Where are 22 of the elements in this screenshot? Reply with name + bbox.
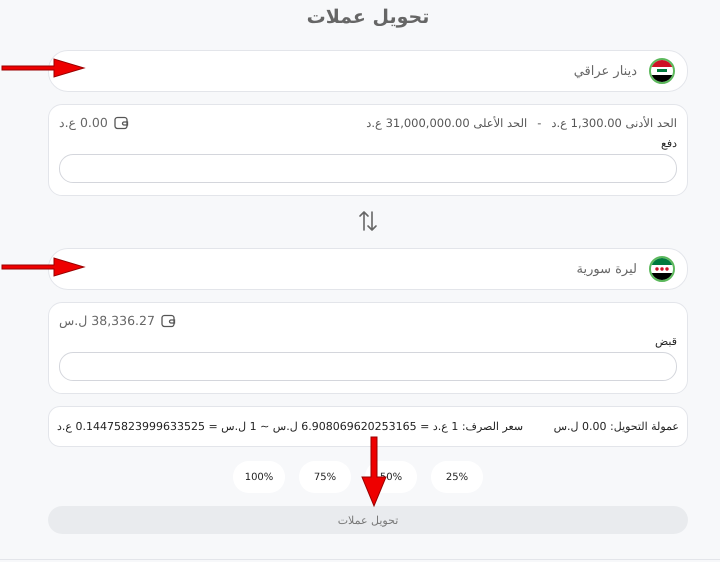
percent-button[interactable]: 25% [431,461,483,493]
swap-icon[interactable] [358,210,378,232]
flag-icon [649,256,675,282]
exchange-rate-text: سعر الصرف: 1 ع.د = 6.908069620253165 ل.س ~ 1 ل.س = 0.14475823999633525 ع.د [57,420,524,433]
max-limit: الحد الأعلى 31,000,000.00 ع.د [366,116,528,130]
fee-text: عمولة التحويل: 0.00 ل.س [554,420,679,433]
amount-input[interactable] [59,154,677,183]
page-title: تحويل عملات [306,5,430,30]
field-label: دفع [660,137,677,150]
balance-amount: 38,336.27 ل.س [59,313,155,328]
balance-amount: 0.00 ع.د [59,115,108,130]
limit-separator: - [537,116,542,130]
wallet-icon [160,314,176,328]
currency-selector[interactable]: ليرة سورية [48,248,688,290]
field-label: قبض [654,335,677,348]
amount-input[interactable] [59,352,677,381]
min-limit: الحد الأدنى 1,300.00 ع.د [551,116,677,130]
flag-icon [649,58,675,84]
wallet-icon [114,116,129,130]
percent-button[interactable]: 75% [299,461,351,493]
percent-button[interactable]: 100% [233,461,285,493]
currency-selector[interactable]: دينار عراقي [48,50,688,92]
